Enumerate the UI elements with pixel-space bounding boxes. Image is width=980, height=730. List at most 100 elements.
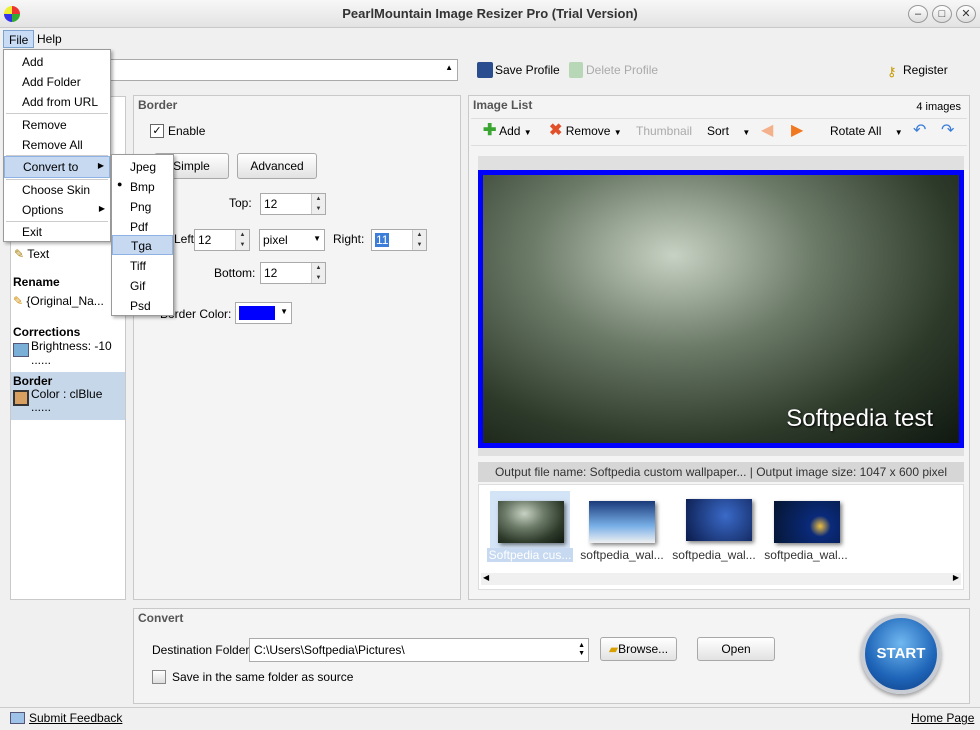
menu-help[interactable]: Help <box>32 30 67 48</box>
menu-separator <box>6 113 108 114</box>
menu-item-add-url[interactable]: Add from URL <box>4 92 110 112</box>
scroll-left-icon[interactable]: ◀ <box>483 573 489 582</box>
remove-image-button[interactable]: ✖ Remove ▼ <box>549 119 622 143</box>
rotate-right-icon[interactable]: ↷ <box>941 119 954 143</box>
rename-item[interactable]: Rename ✎ {Original_Na... <box>13 275 123 308</box>
bullet-icon: ● <box>117 179 123 189</box>
enable-label: Enable <box>168 124 206 138</box>
chevron-down-icon: ▲ <box>445 63 453 72</box>
browse-button[interactable]: ▰Browse... <box>600 637 677 661</box>
menu-file[interactable]: File <box>3 30 35 48</box>
thumbnail-button[interactable]: Thumbnail <box>636 119 692 143</box>
top-label: Top: <box>229 196 252 210</box>
add-image-button[interactable]: ✚ Add ▼ <box>483 119 532 143</box>
format-bmp[interactable]: ● Bmp <box>112 177 173 197</box>
profile-combo[interactable]: ▲ <box>100 59 458 81</box>
format-psd[interactable]: Psd <box>112 296 173 316</box>
submit-feedback-link[interactable]: Submit Feedback <box>29 711 122 725</box>
bottom-spinner[interactable]: 12 ▲ ▼ <box>260 262 326 284</box>
bottom-label: Bottom: <box>214 266 256 280</box>
register-button[interactable]: ⚷ Register <box>887 61 948 81</box>
maximize-button[interactable]: □ <box>932 5 952 23</box>
same-folder-checkbox[interactable] <box>152 670 166 684</box>
format-gif[interactable]: Gif <box>112 276 173 296</box>
minimize-button[interactable]: – <box>908 5 928 23</box>
delete-icon <box>569 62 583 78</box>
corrections-item[interactable]: Corrections Brightness: -10 ...... <box>13 325 123 367</box>
border-item[interactable]: Border Color : clBlue ...... <box>11 372 125 420</box>
sort-button[interactable]: Sort ▼ <box>707 119 750 143</box>
corrections-title: Corrections <box>13 325 81 339</box>
close-button[interactable]: ✕ <box>956 5 976 23</box>
submenu-arrow-icon: ▶ <box>97 161 104 170</box>
right-label: Right: <box>333 232 365 246</box>
preview-image: Softpedia test <box>478 170 964 448</box>
menu-item-remove[interactable]: Remove <box>4 115 110 135</box>
menu-item-add[interactable]: Add <box>4 52 110 72</box>
rotate-left-icon[interactable]: ↶ <box>913 119 926 143</box>
start-button[interactable]: START <box>861 614 941 694</box>
border-color-picker[interactable]: ▼ <box>235 302 292 324</box>
top-spinner[interactable]: 12 ▲ ▼ <box>260 193 326 215</box>
unit-select[interactable]: pixel ▼ <box>259 229 325 251</box>
thumbnail-label-1: Softpedia cus... <box>487 548 573 562</box>
monitor-icon <box>10 712 25 724</box>
spin-arrows-icon[interactable]: ▲ ▼ <box>235 230 249 250</box>
spin-arrows-icon[interactable]: ▲ ▼ <box>311 194 325 214</box>
menu-item-choose-skin[interactable]: Choose Skin <box>4 180 110 200</box>
menu-item-remove-all[interactable]: Remove All <box>4 135 110 155</box>
image-count: 4 images <box>916 101 961 113</box>
scroll-right-icon[interactable]: ▶ <box>953 573 959 582</box>
format-tga[interactable]: Tga <box>112 235 173 255</box>
home-page-link[interactable]: Home Page <box>911 711 974 725</box>
thumbnail-label-3: softpedia_wal... <box>672 548 756 562</box>
preview-watermark: Softpedia test <box>786 405 933 432</box>
move-left-icon[interactable]: ◀ <box>761 119 773 143</box>
format-jpeg[interactable]: Jpeg <box>112 157 173 177</box>
submenu-arrow-icon: ▶ <box>98 204 105 213</box>
menu-item-exit[interactable]: Exit <box>4 222 110 242</box>
key-icon: ⚷ <box>887 64 897 79</box>
thumbnail-3[interactable] <box>686 499 752 541</box>
chevron-down-icon: ▼ <box>613 128 622 137</box>
chevron-down-icon: ▼ <box>280 307 288 316</box>
format-pdf[interactable]: Pdf <box>112 217 173 237</box>
format-png[interactable]: Png <box>112 197 173 217</box>
format-tiff[interactable]: Tiff <box>112 256 173 276</box>
thumbnail-strip: Softpedia cus... softpedia_wal... softpe… <box>478 484 964 590</box>
thumbnail-label-4: softpedia_wal... <box>764 548 848 562</box>
thumbnail-2[interactable] <box>589 501 655 543</box>
thumbnail-scrollbar[interactable]: ◀ ▶ <box>481 573 961 585</box>
left-spinner[interactable]: 12 ▲ ▼ <box>194 229 250 251</box>
folder-icon: ▰ <box>608 642 619 656</box>
pencil-icon: ✎ <box>13 294 24 308</box>
dest-folder-label: Destination Folder: <box>152 643 253 657</box>
file-menu: Add Add Folder Add from URL Remove Remov… <box>3 49 111 242</box>
spin-arrows-icon[interactable]: ▲ ▼ <box>311 263 325 283</box>
enable-checkbox[interactable]: ✓ <box>150 124 164 138</box>
chevron-down-icon: ▼ <box>742 128 751 137</box>
rotate-all-button[interactable]: Rotate All ▼ <box>830 119 903 143</box>
save-profile-button[interactable]: Save Profile <box>477 61 560 81</box>
image-list-title: Image List <box>473 98 533 112</box>
menu-item-options[interactable]: Options ▶ <box>4 200 110 220</box>
convert-submenu: Jpeg ● Bmp Png Pdf Tga Tiff Gif Psd <box>111 154 174 316</box>
border-settings-panel: Border ✓ Enable Simple Advanced Top: 12 … <box>133 95 461 600</box>
open-button[interactable]: Open <box>697 637 775 661</box>
menu-item-convert-to[interactable]: Convert to ▶ <box>4 156 110 178</box>
right-spinner[interactable]: 11 ▲ ▼ <box>371 229 427 251</box>
watermark-text-item[interactable]: ✎ Text <box>14 247 49 261</box>
title-bar: PearlMountain Image Resizer Pro (Trial V… <box>0 0 980 28</box>
thumbnail-4[interactable] <box>774 501 840 543</box>
thumbnail-1[interactable] <box>498 501 564 543</box>
menu-bar: File Help <box>0 29 980 49</box>
delete-profile-button[interactable]: Delete Profile <box>569 61 658 81</box>
dest-folder-combo[interactable]: C:\Users\Softpedia\Pictures\ ▲ ▼ <box>249 638 589 662</box>
rename-title: Rename <box>13 275 60 289</box>
chevron-down-icon: ▼ <box>894 128 903 137</box>
tab-advanced[interactable]: Advanced <box>237 153 317 179</box>
move-right-icon[interactable]: ▶ <box>791 119 803 143</box>
same-folder-label: Save in the same folder as source <box>172 670 354 684</box>
menu-item-add-folder[interactable]: Add Folder <box>4 72 110 92</box>
spin-arrows-icon[interactable]: ▲ ▼ <box>412 230 426 250</box>
